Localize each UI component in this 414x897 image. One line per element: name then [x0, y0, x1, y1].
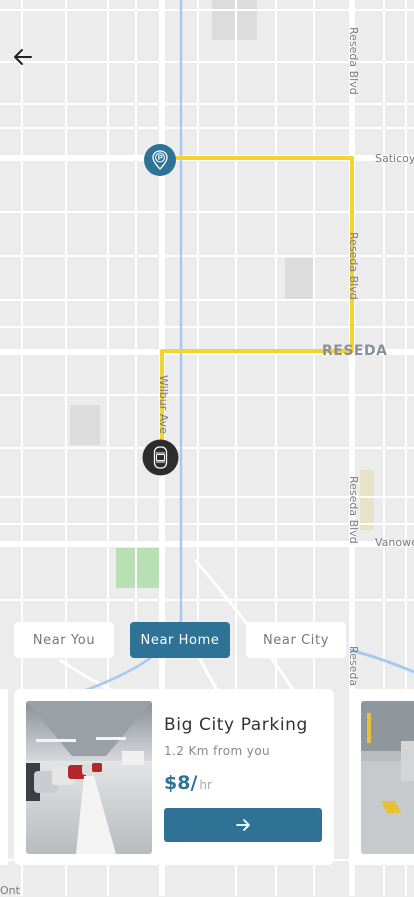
parking-location-marker[interactable]	[143, 143, 177, 177]
street-label-bottom-left: Ont	[0, 884, 20, 897]
street-label-reseda-low: Reseda Blvd	[347, 476, 360, 544]
parking-card[interactable]: Big City Parking 1.2 Km from you $8/hr	[14, 689, 334, 865]
district-label-reseda: RESEDA	[322, 343, 388, 359]
tab-near-city[interactable]: Near City	[246, 622, 346, 658]
park-area	[116, 548, 159, 588]
price-value: $8/	[164, 772, 198, 794]
parking-photo	[26, 701, 152, 854]
parking-photo-next	[361, 701, 414, 854]
navigate-button[interactable]	[164, 808, 322, 842]
parking-pin-icon	[144, 144, 176, 176]
arrow-right-icon	[236, 819, 250, 831]
parking-distance: 1.2 Km from you	[164, 744, 271, 758]
street-label-vanowen: Vanowe	[375, 536, 414, 549]
tab-near-you[interactable]: Near You	[14, 622, 114, 658]
parking-price: $8/hr	[164, 772, 212, 794]
parking-card-previous[interactable]	[0, 689, 8, 865]
back-button[interactable]	[10, 44, 36, 70]
tab-near-home[interactable]: Near Home	[130, 622, 230, 658]
arrow-left-icon	[14, 49, 32, 65]
street-label-saticoy: Saticoy	[375, 152, 414, 165]
location-filter-tabs: Near You Near Home Near City	[0, 622, 414, 660]
car-icon	[142, 439, 179, 476]
parking-card-next[interactable]	[349, 689, 414, 865]
street-label-reseda-mid: Reseda Blvd	[347, 232, 360, 300]
street-label-reseda-top: Reseda Blvd	[347, 27, 360, 95]
car-location-marker[interactable]	[142, 439, 179, 476]
parking-name: Big City Parking	[164, 715, 308, 735]
street-label-wilbur: Wilbur Ave	[157, 375, 170, 434]
price-unit: hr	[199, 778, 212, 792]
